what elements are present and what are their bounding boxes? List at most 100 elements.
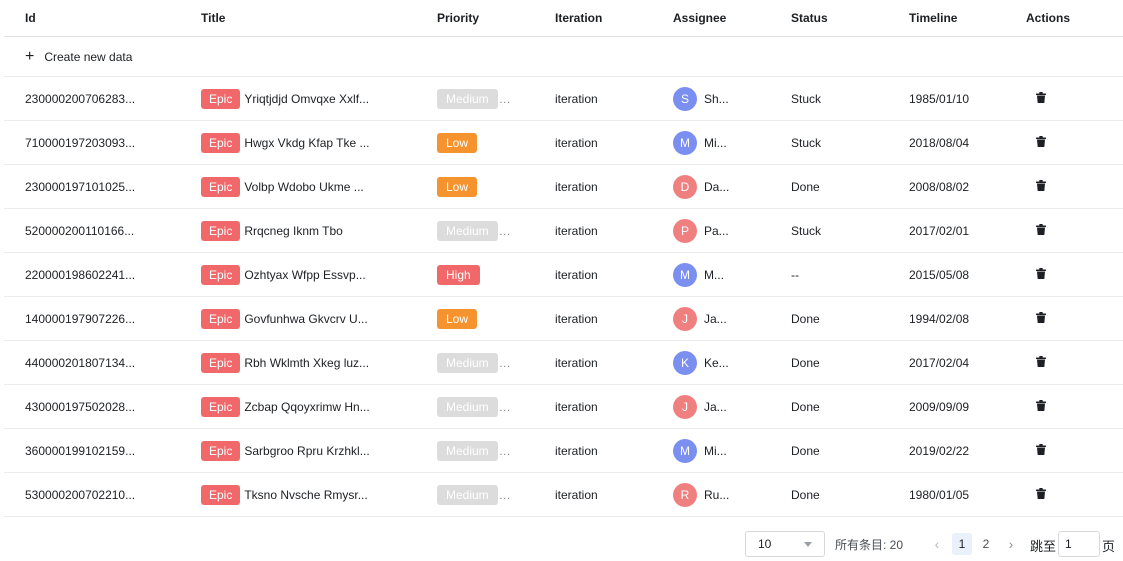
table-row[interactable]: 230000200706283... Epic Yriqtjdjd Omvqxe X…: [4, 77, 1123, 121]
table-row[interactable]: 230000197101025... Epic Volbp Wdobo Ukme .…: [4, 165, 1123, 209]
iteration-cell: iteration: [555, 223, 598, 238]
id-cell: 360000199102159...: [25, 429, 145, 472]
pagination: 10 所有条目: 20 ‹ 1 2 › 跳至 页: [0, 531, 1123, 557]
epic-tag: Epic: [201, 264, 241, 285]
table-row[interactable]: 520000200110166... Epic Rrqcneg Iknm Tbo Me…: [4, 209, 1123, 253]
assignee-cell: K Ke...: [673, 341, 743, 384]
trash-icon[interactable]: [1036, 355, 1046, 370]
avatar: D: [673, 174, 697, 199]
status-cell: --: [791, 267, 799, 282]
create-new-data-button[interactable]: + Create new data: [4, 37, 1123, 77]
page-size-value: 10: [758, 537, 772, 551]
chevron-right-icon[interactable]: ›: [1001, 534, 1021, 554]
row-id: 230000200706283...: [25, 91, 136, 106]
priority-tag: Medium: [437, 440, 498, 461]
assignee-name: Ja...: [704, 399, 727, 414]
assignee-name: Mi...: [704, 135, 727, 150]
priority-tag: Medium: [437, 396, 498, 417]
priority-tag: High: [437, 264, 480, 285]
page-size-select[interactable]: 10: [745, 531, 825, 557]
caret-down-icon: [804, 542, 812, 547]
table-row[interactable]: 140000197907226... Epic Govfunhwa Gkvcrv U…: [4, 297, 1123, 341]
create-new-data-content[interactable]: + Create new data: [25, 37, 225, 76]
trash-icon[interactable]: [1036, 399, 1046, 414]
avatar: P: [673, 218, 697, 243]
column-header-timeline[interactable]: Timeline: [909, 0, 1009, 36]
title-cell: Epic Rbh Wklmth Xkeg luz...: [201, 341, 386, 384]
timeline-cell: 1994/02/08: [909, 311, 970, 326]
actions-cell: [1026, 77, 1096, 120]
trash-icon[interactable]: [1036, 223, 1046, 238]
page-button-2[interactable]: 2: [976, 533, 996, 555]
priority-cell: Medium…: [437, 341, 527, 384]
trash-icon[interactable]: [1036, 267, 1046, 282]
priority-tag: Medium: [437, 484, 498, 505]
column-header-iteration[interactable]: Iteration: [555, 0, 655, 36]
iteration-cell: iteration: [555, 487, 598, 502]
trash-icon[interactable]: [1036, 179, 1046, 194]
row-title: Rrqcneg Iknm Tbo: [244, 223, 343, 238]
id-cell: 220000198602241...: [25, 253, 145, 296]
trash-icon[interactable]: [1036, 487, 1046, 502]
priority-cell: Medium…: [437, 385, 527, 428]
avatar: M: [673, 438, 697, 463]
table-row[interactable]: 710000197203093... Epic Hwgx Vkdg Kfap Tke…: [4, 121, 1123, 165]
title-cell: Epic Volbp Wdobo Ukme ...: [201, 165, 386, 208]
timeline-cell: 1985/01/10: [909, 91, 970, 106]
row-id: 140000197907226...: [25, 311, 136, 326]
column-header-title[interactable]: Title: [201, 0, 386, 36]
id-cell: 440000201807134...: [25, 341, 145, 384]
assignee-name: Mi...: [704, 443, 727, 458]
row-id: 220000198602241...: [25, 267, 136, 282]
table-row[interactable]: 440000201807134... Epic Rbh Wklmth Xkeg lu…: [4, 341, 1123, 385]
timeline-cell: 2017/02/04: [909, 355, 970, 370]
column-header-id[interactable]: Id: [25, 0, 145, 36]
row-title: Zcbap Qqoyxrimw Hn...: [244, 399, 370, 414]
page-suffix-label: 页: [1102, 539, 1116, 554]
data-table: Id Title Priority Iteration Assignee Sta…: [4, 0, 1123, 517]
assignee-cell: J Ja...: [673, 385, 743, 428]
actions-cell: [1026, 473, 1096, 516]
iteration-cell: iteration: [555, 135, 598, 150]
trash-icon[interactable]: [1036, 135, 1046, 150]
id-cell: 430000197502028...: [25, 385, 145, 428]
status-cell: Done: [791, 311, 820, 326]
assignee-name: Da...: [704, 179, 730, 194]
row-title: Govfunhwa Gkvcrv U...: [244, 311, 368, 326]
title-cell: Epic Zcbap Qqoyxrimw Hn...: [201, 385, 386, 428]
column-header-actions: Actions: [1026, 11, 1071, 25]
priority-tag: Medium: [437, 220, 498, 241]
timeline-cell: 2018/08/04: [909, 135, 970, 150]
page-button-1[interactable]: 1: [952, 533, 972, 555]
row-title: Yriqtjdjd Omvqxe Xxlf...: [244, 91, 370, 106]
status-cell: Done: [791, 443, 820, 458]
id-cell: 710000197203093...: [25, 121, 145, 164]
row-title: Volbp Wdobo Ukme ...: [244, 179, 364, 194]
table-row[interactable]: 220000198602241... Epic Ozhtyax Wfpp Essvp…: [4, 253, 1123, 297]
iteration-cell: iteration: [555, 267, 598, 282]
table-row[interactable]: 430000197502028... Epic Zcbap Qqoyxrimw Hn…: [4, 385, 1123, 429]
priority-cell: Medium…: [437, 473, 527, 516]
chevron-left-icon[interactable]: ‹: [927, 534, 947, 554]
id-cell: 230000197101025...: [25, 165, 145, 208]
trash-icon[interactable]: [1036, 91, 1046, 106]
trash-icon[interactable]: [1036, 443, 1046, 458]
trash-icon[interactable]: [1036, 311, 1046, 326]
status-cell: Stuck: [791, 223, 822, 238]
title-cell: Epic Rrqcneg Iknm Tbo: [201, 209, 386, 252]
assignee-cell: M Mi...: [673, 429, 743, 472]
avatar: R: [673, 482, 697, 507]
column-header-status[interactable]: Status: [791, 0, 881, 36]
table-row[interactable]: 530000200702210... Epic Tksno Nvsche Rmysr…: [4, 473, 1123, 517]
row-id: 530000200702210...: [25, 487, 136, 502]
column-header-priority[interactable]: Priority: [437, 0, 527, 36]
avatar: S: [673, 86, 697, 111]
jump-to-page-input[interactable]: [1058, 531, 1100, 557]
timeline-cell: 2009/09/09: [909, 399, 970, 414]
row-id: 710000197203093...: [25, 135, 136, 150]
priority-cell: Medium…: [437, 429, 527, 472]
assignee-name: Pa...: [704, 223, 729, 238]
column-header-assignee[interactable]: Assignee: [673, 0, 743, 36]
table-row[interactable]: 360000199102159... Epic Sarbgroo Rpru Krzh…: [4, 429, 1123, 473]
title-cell: Epic Tksno Nvsche Rmysr...: [201, 473, 386, 516]
